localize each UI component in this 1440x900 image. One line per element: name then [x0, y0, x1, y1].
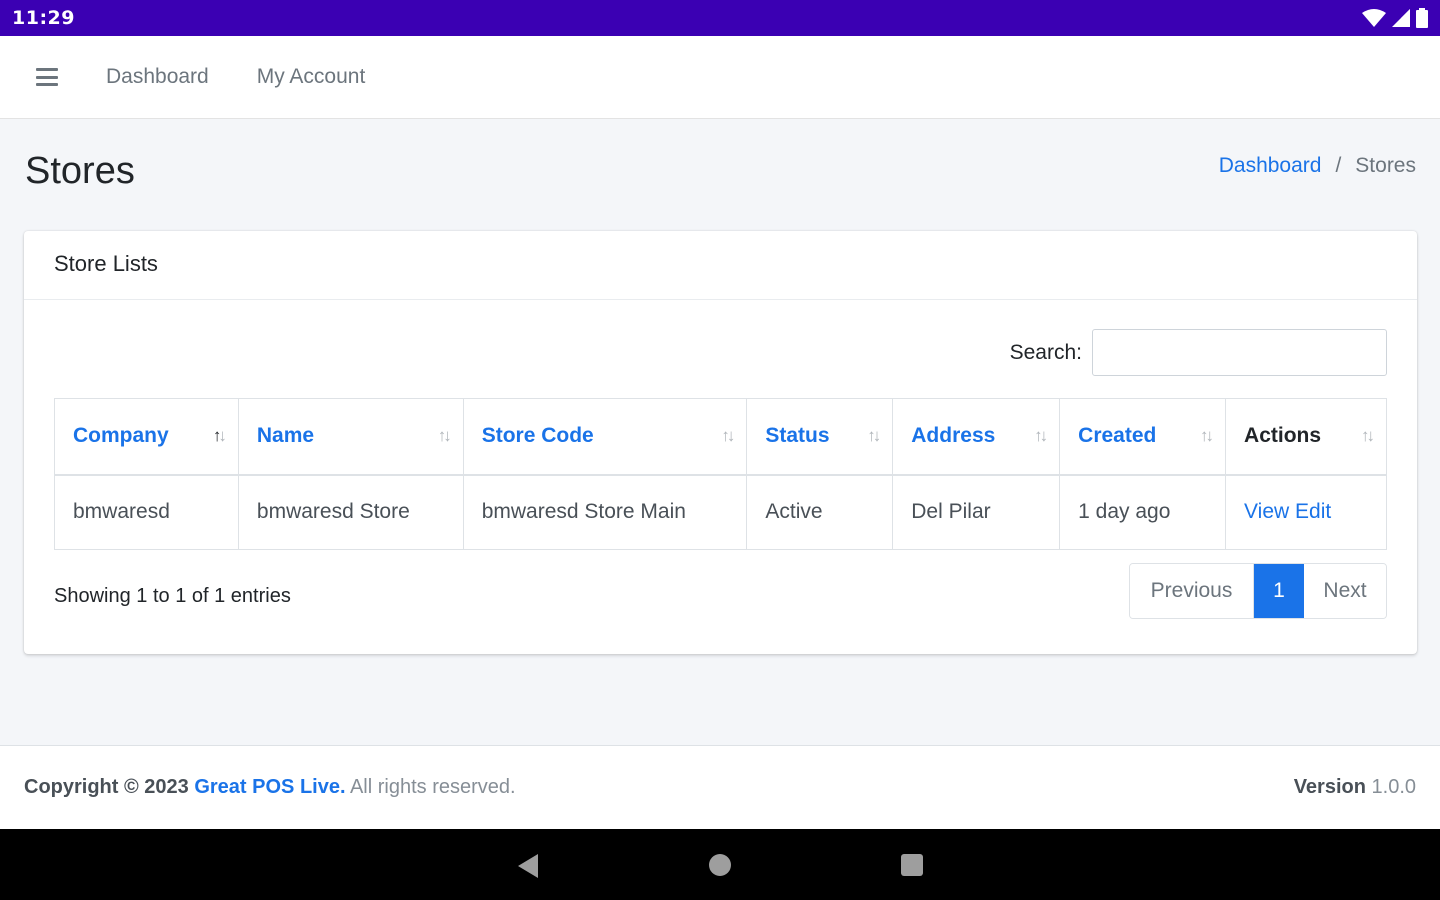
nav-link-dashboard[interactable]: Dashboard: [106, 65, 209, 89]
sort-icon: ↑↓: [212, 426, 227, 445]
cell-company: bmwaresd: [54, 474, 239, 550]
content-header: Stores Dashboard / Stores: [0, 120, 1440, 230]
android-nav-bar: [0, 829, 1440, 900]
copyright-text: Copyright © 2023 Great POS Live. All rig…: [24, 776, 516, 799]
previous-page-button[interactable]: Previous: [1130, 564, 1254, 618]
hamburger-menu-icon[interactable]: [36, 68, 58, 86]
cell-store-code: bmwaresd Store Main: [462, 474, 748, 550]
column-header-name[interactable]: Name ↑↓: [237, 398, 464, 476]
column-header-status[interactable]: Status ↑↓: [746, 398, 894, 476]
column-header-address[interactable]: Address ↑↓: [892, 398, 1061, 476]
version-info: Version 1.0.0: [1294, 776, 1416, 799]
column-header-actions[interactable]: Actions ↑↓: [1225, 398, 1387, 476]
search-input[interactable]: [1092, 329, 1387, 376]
breadcrumb: Dashboard / Stores: [1219, 154, 1416, 178]
page-title: Stores: [25, 150, 135, 192]
sort-icon: ↑↓: [721, 426, 735, 445]
sort-icon: ↑↓: [1034, 426, 1048, 445]
wifi-icon: [1362, 9, 1386, 27]
cell-name: bmwaresd Store: [237, 474, 464, 550]
pagination: Previous 1 Next: [1129, 563, 1387, 619]
table-info: Showing 1 to 1 of 1 entries: [54, 585, 291, 607]
column-header-created[interactable]: Created ↑↓: [1059, 398, 1227, 476]
table-row: bmwaresd bmwaresd Store bmwaresd Store M…: [54, 474, 1387, 550]
top-navbar: Dashboard My Account: [0, 36, 1440, 119]
recents-icon[interactable]: [900, 853, 924, 877]
sort-icon: ↑↓: [867, 426, 881, 445]
back-icon[interactable]: [516, 853, 540, 879]
cell-created: 1 day ago: [1059, 474, 1227, 550]
view-link[interactable]: View: [1244, 500, 1289, 523]
cell-status: Active: [746, 474, 894, 550]
breadcrumb-current: Stores: [1355, 154, 1416, 177]
card-title: Store Lists: [24, 231, 1417, 300]
next-page-button[interactable]: Next: [1304, 564, 1386, 618]
version-label: Version: [1293, 776, 1366, 798]
signal-icon: [1392, 9, 1410, 27]
battery-icon: [1416, 8, 1428, 28]
sort-icon: ↑↓: [1361, 426, 1375, 445]
brand-link[interactable]: Great POS Live.: [194, 776, 345, 798]
store-list-card: Store Lists Search: Company ↑↓ Name ↑↓ Sto…: [24, 231, 1417, 654]
table-header-row: Company ↑↓ Name ↑↓ Store Code ↑↓ Status ↑↓ A…: [54, 398, 1387, 476]
breadcrumb-dashboard-link[interactable]: Dashboard: [1219, 154, 1322, 178]
stores-table: Company ↑↓ Name ↑↓ Store Code ↑↓ Status ↑↓ A…: [54, 398, 1387, 550]
nav-link-my-account[interactable]: My Account: [257, 65, 366, 89]
column-header-store-code[interactable]: Store Code ↑↓: [462, 398, 748, 476]
edit-link[interactable]: Edit: [1295, 500, 1331, 523]
cell-actions: View Edit: [1225, 474, 1387, 550]
search-label: Search:: [1009, 340, 1082, 364]
status-time: 11:29: [12, 7, 75, 29]
search-row: Search:: [1010, 329, 1387, 376]
sort-icon: ↑↓: [437, 426, 452, 445]
page-1-button[interactable]: 1: [1254, 564, 1304, 618]
version-value: 1.0.0: [1371, 776, 1416, 798]
breadcrumb-separator: /: [1335, 154, 1342, 177]
cell-address: Del Pilar: [892, 474, 1061, 550]
status-bar: 11:29: [0, 0, 1440, 36]
column-header-company[interactable]: Company ↑↓: [54, 398, 239, 476]
sort-icon: ↑↓: [1200, 426, 1214, 445]
rights-text: All rights reserved.: [349, 776, 516, 798]
copyright-prefix: Copyright © 2023: [24, 776, 189, 798]
system-icons: [1362, 8, 1428, 28]
footer: Copyright © 2023 Great POS Live. All rig…: [0, 745, 1440, 829]
home-icon[interactable]: [708, 853, 732, 877]
